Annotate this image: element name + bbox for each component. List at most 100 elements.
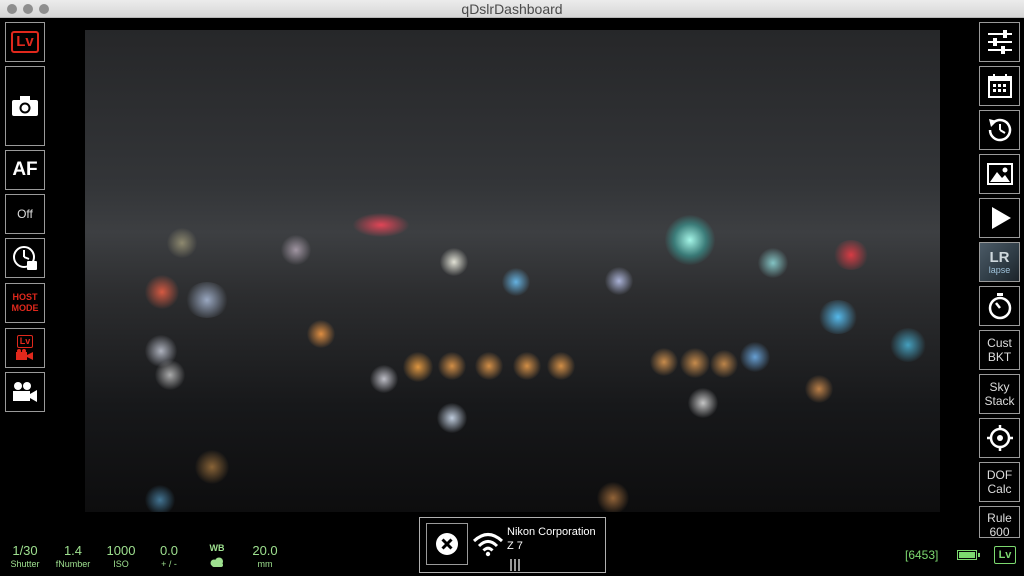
bokeh-light bbox=[438, 352, 466, 380]
liveview-status-label: Lv bbox=[998, 549, 1012, 561]
af-mode-button[interactable]: Off bbox=[5, 194, 45, 234]
bokeh-light bbox=[805, 375, 833, 403]
bokeh-light bbox=[145, 485, 175, 512]
movie-camera-small-icon bbox=[16, 349, 33, 360]
bokeh-light bbox=[833, 240, 869, 270]
calendar-icon bbox=[987, 74, 1012, 98]
bokeh-light bbox=[758, 248, 788, 278]
shutter-speed-readout[interactable]: 1/30 Shutter bbox=[0, 543, 50, 570]
lrtimelapse-logo-text: LR bbox=[989, 248, 1010, 266]
bokeh-light bbox=[513, 352, 541, 380]
battery-fill bbox=[959, 552, 975, 558]
sky-stack-label: Sky Stack bbox=[984, 380, 1015, 408]
dof-calculator-button[interactable]: DOF Calc bbox=[979, 462, 1020, 502]
lrtimelapse-logo: LR lapse bbox=[980, 243, 1019, 281]
bokeh-light bbox=[650, 348, 678, 376]
bokeh-light bbox=[597, 482, 629, 512]
iso-value: 1000 bbox=[106, 543, 136, 558]
liveview-icon: Lv bbox=[11, 31, 39, 53]
bokeh-light bbox=[605, 267, 633, 295]
cust-bkt-label: Cust BKT bbox=[987, 336, 1012, 364]
time-lapse-button[interactable] bbox=[979, 110, 1020, 150]
dof-calc-label: DOF Calc bbox=[986, 468, 1013, 496]
wb-label: WB bbox=[209, 543, 225, 553]
history-clock-icon bbox=[988, 118, 1011, 142]
shutter-label: Shutter bbox=[10, 559, 40, 569]
image-icon bbox=[986, 163, 1013, 185]
intervalometer-button[interactable] bbox=[5, 238, 45, 278]
settings-button[interactable] bbox=[979, 22, 1020, 62]
focal-label: mm bbox=[257, 559, 273, 569]
movie-camera-icon bbox=[13, 382, 37, 402]
schedule-button[interactable] bbox=[979, 66, 1020, 106]
white-balance-readout[interactable]: WB bbox=[192, 542, 242, 572]
rule-600-label: Rule 600 bbox=[987, 511, 1012, 538]
bokeh-light bbox=[185, 282, 229, 318]
window-titlebar: qDslrDashboard bbox=[0, 0, 1024, 18]
bokeh-light bbox=[547, 352, 575, 380]
bokeh-light bbox=[353, 213, 409, 237]
liveview-toggle-button[interactable]: Lv bbox=[5, 22, 45, 62]
timer-clock-icon bbox=[13, 246, 37, 270]
bokeh-light bbox=[475, 352, 503, 380]
bokeh-light bbox=[437, 403, 467, 433]
liveview-status-badge[interactable]: Lv bbox=[994, 546, 1016, 564]
bokeh-light bbox=[440, 248, 468, 276]
sky-stack-button[interactable]: Sky Stack bbox=[979, 374, 1020, 414]
bokeh-light bbox=[307, 320, 335, 348]
focus-target-button[interactable] bbox=[979, 418, 1020, 458]
crosshair-icon bbox=[986, 425, 1013, 451]
shutter-value: 1/30 bbox=[12, 543, 38, 558]
cloudy-icon bbox=[210, 557, 223, 567]
focal-length-readout: 20.0 mm bbox=[240, 543, 290, 570]
stopwatch-icon bbox=[988, 293, 1011, 320]
window-title: qDslrDashboard bbox=[461, 1, 563, 17]
bokeh-light bbox=[155, 360, 185, 390]
signal-meter-icon bbox=[510, 559, 522, 571]
lrtimelapse-logo-sub: lapse bbox=[988, 264, 1011, 275]
wifi-icon bbox=[472, 533, 504, 557]
capture-button[interactable] bbox=[5, 66, 45, 146]
bokeh-light bbox=[195, 450, 229, 484]
autofocus-button[interactable]: AF bbox=[5, 150, 45, 190]
live-view-image[interactable] bbox=[85, 30, 940, 512]
host-mode-button[interactable]: HOST MODE bbox=[5, 283, 45, 323]
gallery-button[interactable] bbox=[979, 154, 1020, 194]
rule-600-button[interactable]: Rule 600 bbox=[979, 506, 1020, 538]
movie-liveview-icon: Lv bbox=[16, 335, 34, 348]
self-timer-button[interactable] bbox=[979, 286, 1020, 326]
movie-liveview-button[interactable]: Lv bbox=[5, 328, 45, 368]
bokeh-light bbox=[740, 342, 770, 372]
iso-label: ISO bbox=[113, 559, 129, 569]
lrtimelapse-button[interactable]: LR lapse bbox=[979, 242, 1020, 282]
bokeh-light bbox=[281, 235, 311, 265]
camera-model: Z 7 bbox=[507, 540, 523, 552]
focal-value: 20.0 bbox=[252, 543, 278, 558]
host-mode-label: HOST MODE bbox=[11, 292, 39, 313]
movie-record-button[interactable] bbox=[5, 372, 45, 412]
playback-button[interactable] bbox=[979, 198, 1020, 238]
camera-icon bbox=[12, 96, 38, 116]
af-mode-value: Off bbox=[17, 207, 33, 221]
disconnect-camera-button[interactable] bbox=[426, 523, 468, 565]
bokeh-light bbox=[680, 348, 710, 378]
custom-bracketing-button[interactable]: Cust BKT bbox=[979, 330, 1020, 370]
bokeh-light bbox=[710, 350, 738, 378]
fnumber-value: 1.4 bbox=[63, 543, 83, 558]
fnumber-label: fNumber bbox=[55, 559, 91, 569]
exposure-compensation-readout[interactable]: 0.0 + / - bbox=[144, 543, 194, 570]
camera-connection-panel: Nikon Corporation Z 7 bbox=[419, 517, 606, 573]
bokeh-light bbox=[403, 352, 433, 382]
iso-readout[interactable]: 1000 ISO bbox=[96, 543, 146, 570]
battery-icon bbox=[957, 550, 980, 560]
bokeh-light bbox=[890, 328, 926, 362]
shots-remaining: [6453] bbox=[905, 548, 939, 562]
bokeh-light bbox=[167, 228, 197, 258]
camera-manufacturer: Nikon Corporation bbox=[507, 526, 596, 538]
bokeh-light bbox=[370, 365, 398, 393]
ev-label: + / - bbox=[161, 559, 177, 569]
ev-value: 0.0 bbox=[159, 543, 179, 558]
bokeh-light bbox=[145, 275, 179, 309]
bokeh-light bbox=[665, 215, 715, 265]
aperture-readout[interactable]: 1.4 fNumber bbox=[48, 543, 98, 570]
